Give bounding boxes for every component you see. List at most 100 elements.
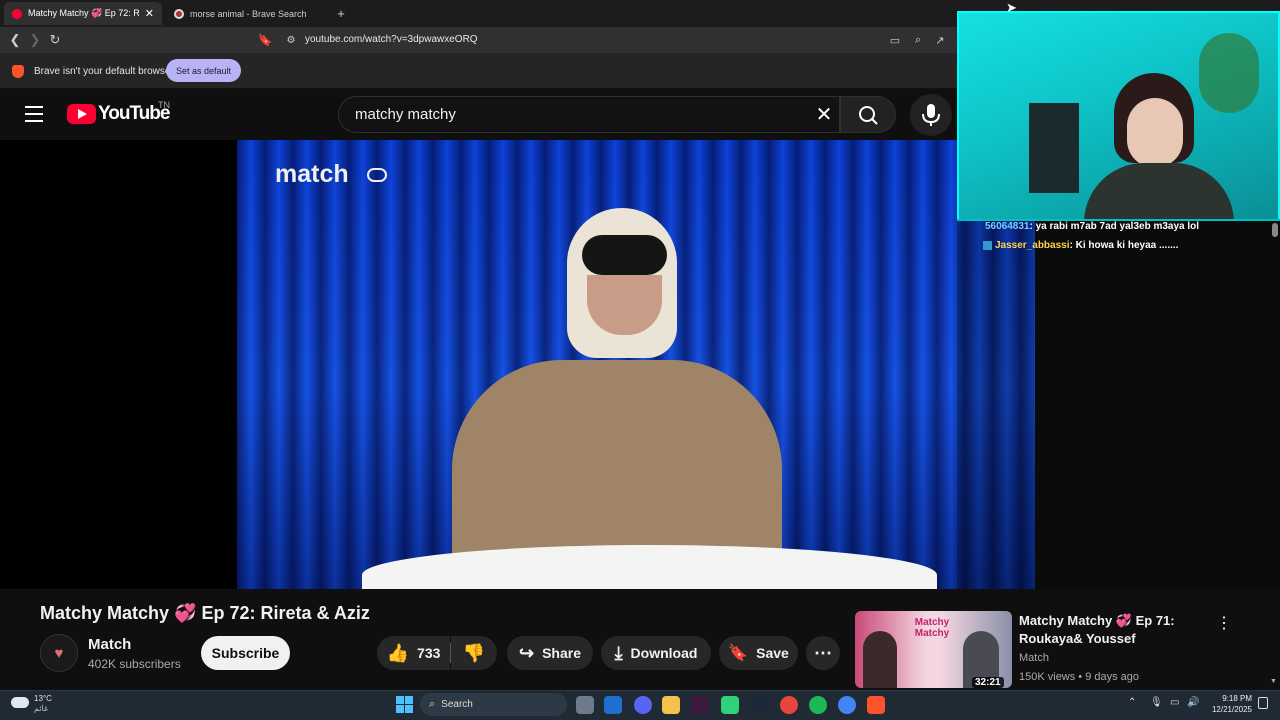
thumbs-up-icon: 👍	[386, 642, 410, 663]
person-body-shape	[452, 360, 782, 560]
set-as-default-button[interactable]: Set as default	[166, 59, 241, 82]
share-button[interactable]: ↪ Share	[507, 636, 593, 670]
chrome-profile-icon[interactable]	[838, 696, 856, 714]
weather-desc: غائم	[34, 704, 49, 713]
show-hidden-icons[interactable]: ⌃	[1128, 697, 1136, 708]
chat-username: Jasser_abbassi	[995, 240, 1070, 251]
subscribe-button[interactable]: Subscribe	[201, 636, 290, 670]
brave-logo-icon	[12, 65, 24, 78]
stream-chat: 56064831: ya rabi m7ab 7ad yal3eb m3aya …	[957, 219, 1280, 589]
channel-name[interactable]: Match	[88, 636, 131, 653]
streamer-webcam	[957, 11, 1280, 221]
bookmark-icon[interactable]: 🔖	[258, 31, 273, 49]
volume-icon[interactable]: 🔊	[1187, 697, 1199, 708]
chat-scrollbar[interactable]	[1272, 223, 1278, 237]
streamer-body-shape	[1084, 163, 1234, 219]
voice-search-button[interactable]	[910, 94, 952, 136]
chat-badge-icon	[983, 240, 992, 250]
gaming-app-icon[interactable]	[721, 696, 739, 714]
recommended-channel[interactable]: Match	[1019, 652, 1049, 664]
weather-temp: 13°C	[34, 694, 52, 703]
like-count: 733	[417, 645, 441, 661]
save-button[interactable]: 🔖 Save	[719, 636, 798, 670]
thumbnail-person-left	[863, 631, 897, 688]
chrome-icon[interactable]	[780, 696, 798, 714]
blindfold-shape	[582, 235, 667, 275]
more-horizontal-icon: ⋯	[814, 642, 832, 663]
task-view-icon[interactable]	[576, 696, 594, 714]
tab-morse-animal[interactable]: morse animal - Brave Search	[166, 2, 326, 25]
network-icon[interactable]: ▭	[1170, 697, 1179, 708]
dislike-button[interactable]: 👎	[451, 636, 497, 670]
handshake-watermark-icon	[367, 168, 387, 182]
save-label: Save	[756, 645, 789, 661]
channel-avatar[interactable]: ♥	[40, 634, 78, 672]
search-icon	[859, 106, 878, 125]
windows-start-icon[interactable]	[396, 696, 413, 713]
outlook-icon[interactable]	[604, 696, 622, 714]
taskbar-search-label: Search	[441, 699, 473, 710]
download-button[interactable]: ⤓ Download	[601, 636, 711, 670]
plants-shape	[1199, 33, 1259, 113]
back-icon[interactable]: ❮	[8, 32, 22, 48]
youtube-favicon-icon	[12, 8, 22, 19]
recommended-thumbnail[interactable]: Matchy Matchy 32:21	[855, 611, 1012, 688]
more-vertical-icon[interactable]: ⋮	[1216, 613, 1232, 633]
chat-text: : Ki howa ki heyaa .......	[1069, 240, 1179, 251]
region-code: TN	[158, 100, 170, 110]
tab-title: morse animal - Brave Search	[190, 8, 307, 19]
infobar-message: Brave isn't your default browser	[34, 66, 174, 77]
spotify-icon[interactable]	[809, 696, 827, 714]
brave-taskbar-icon[interactable]	[867, 696, 885, 714]
clock-time[interactable]: 9:18 PM	[1210, 694, 1252, 703]
youtube-logo-icon[interactable]	[67, 104, 96, 124]
like-button[interactable]: 👍 733	[377, 636, 450, 670]
address-bar[interactable]: youtube.com/watch?v=3dpwawxeORQ	[305, 34, 478, 45]
file-explorer-icon[interactable]	[662, 696, 680, 714]
clear-search-icon[interactable]: ✕	[814, 102, 834, 126]
share-arrow-icon: ↪	[518, 642, 535, 663]
scroll-down-icon[interactable]: ▼	[1270, 678, 1278, 686]
microphone-icon	[922, 104, 940, 126]
recommended-meta: 150K views • 9 days ago	[1019, 671, 1140, 683]
site-settings-icon[interactable]: ⚙	[284, 31, 298, 49]
close-tab-icon[interactable]: ✕	[145, 7, 154, 20]
new-tab-button[interactable]: +	[333, 5, 349, 21]
tab-matchy-matchy[interactable]: Matchy Matchy 💞 Ep 72: Rireta ✕	[4, 2, 162, 25]
discord-icon[interactable]	[634, 696, 652, 714]
thumbs-down-icon: 👎	[462, 642, 486, 663]
download-label: Download	[630, 645, 698, 661]
mouse-cursor-icon: ➤	[1006, 0, 1017, 15]
forward-icon[interactable]: ❯	[28, 32, 42, 48]
zoom-icon[interactable]: ⌕	[910, 31, 926, 49]
video-frame: match	[237, 140, 1035, 589]
streamer-face-shape	[1127, 98, 1183, 168]
brave-search-favicon-icon	[174, 8, 184, 19]
chat-message: 56064831: ya rabi m7ab 7ad yal3eb m3aya …	[985, 221, 1199, 232]
video-player[interactable]: match	[0, 140, 1035, 589]
gaming-chair-shape	[1029, 103, 1079, 193]
taskbar-search[interactable]: ⌕ Search	[420, 693, 567, 716]
search-button[interactable]	[840, 96, 896, 133]
more-actions-button[interactable]: ⋯	[806, 636, 840, 670]
search-input[interactable]: matchy matchy	[338, 96, 840, 133]
share-page-icon[interactable]: ↗	[932, 31, 948, 49]
video-title: Matchy Matchy 💞 Ep 72: Rireta & Aziz	[40, 603, 370, 623]
table-shape	[362, 545, 937, 589]
mic-tray-icon[interactable]: 🎙	[1150, 697, 1163, 708]
bookmark-save-icon: 🔖	[728, 645, 749, 662]
notification-icon[interactable]	[1258, 697, 1268, 709]
subscriber-count: 402K subscribers	[88, 657, 181, 671]
steam-icon[interactable]	[750, 696, 768, 714]
cast-icon[interactable]: ▭	[887, 31, 903, 49]
recommended-title[interactable]: Matchy Matchy 💞 Ep 71: Roukaya& Youssef	[1019, 612, 1209, 648]
search-query: matchy matchy	[355, 106, 456, 123]
video-watermark: match	[275, 160, 349, 188]
share-label: Share	[542, 645, 581, 661]
cloud-weather-icon[interactable]	[11, 697, 29, 708]
hamburger-menu-icon[interactable]	[25, 106, 43, 122]
clock-date[interactable]: 12/21/2025	[1205, 705, 1252, 714]
download-icon: ⤓	[614, 642, 623, 663]
reload-icon[interactable]: ↻	[47, 31, 63, 49]
editor-app-icon[interactable]	[691, 696, 709, 714]
